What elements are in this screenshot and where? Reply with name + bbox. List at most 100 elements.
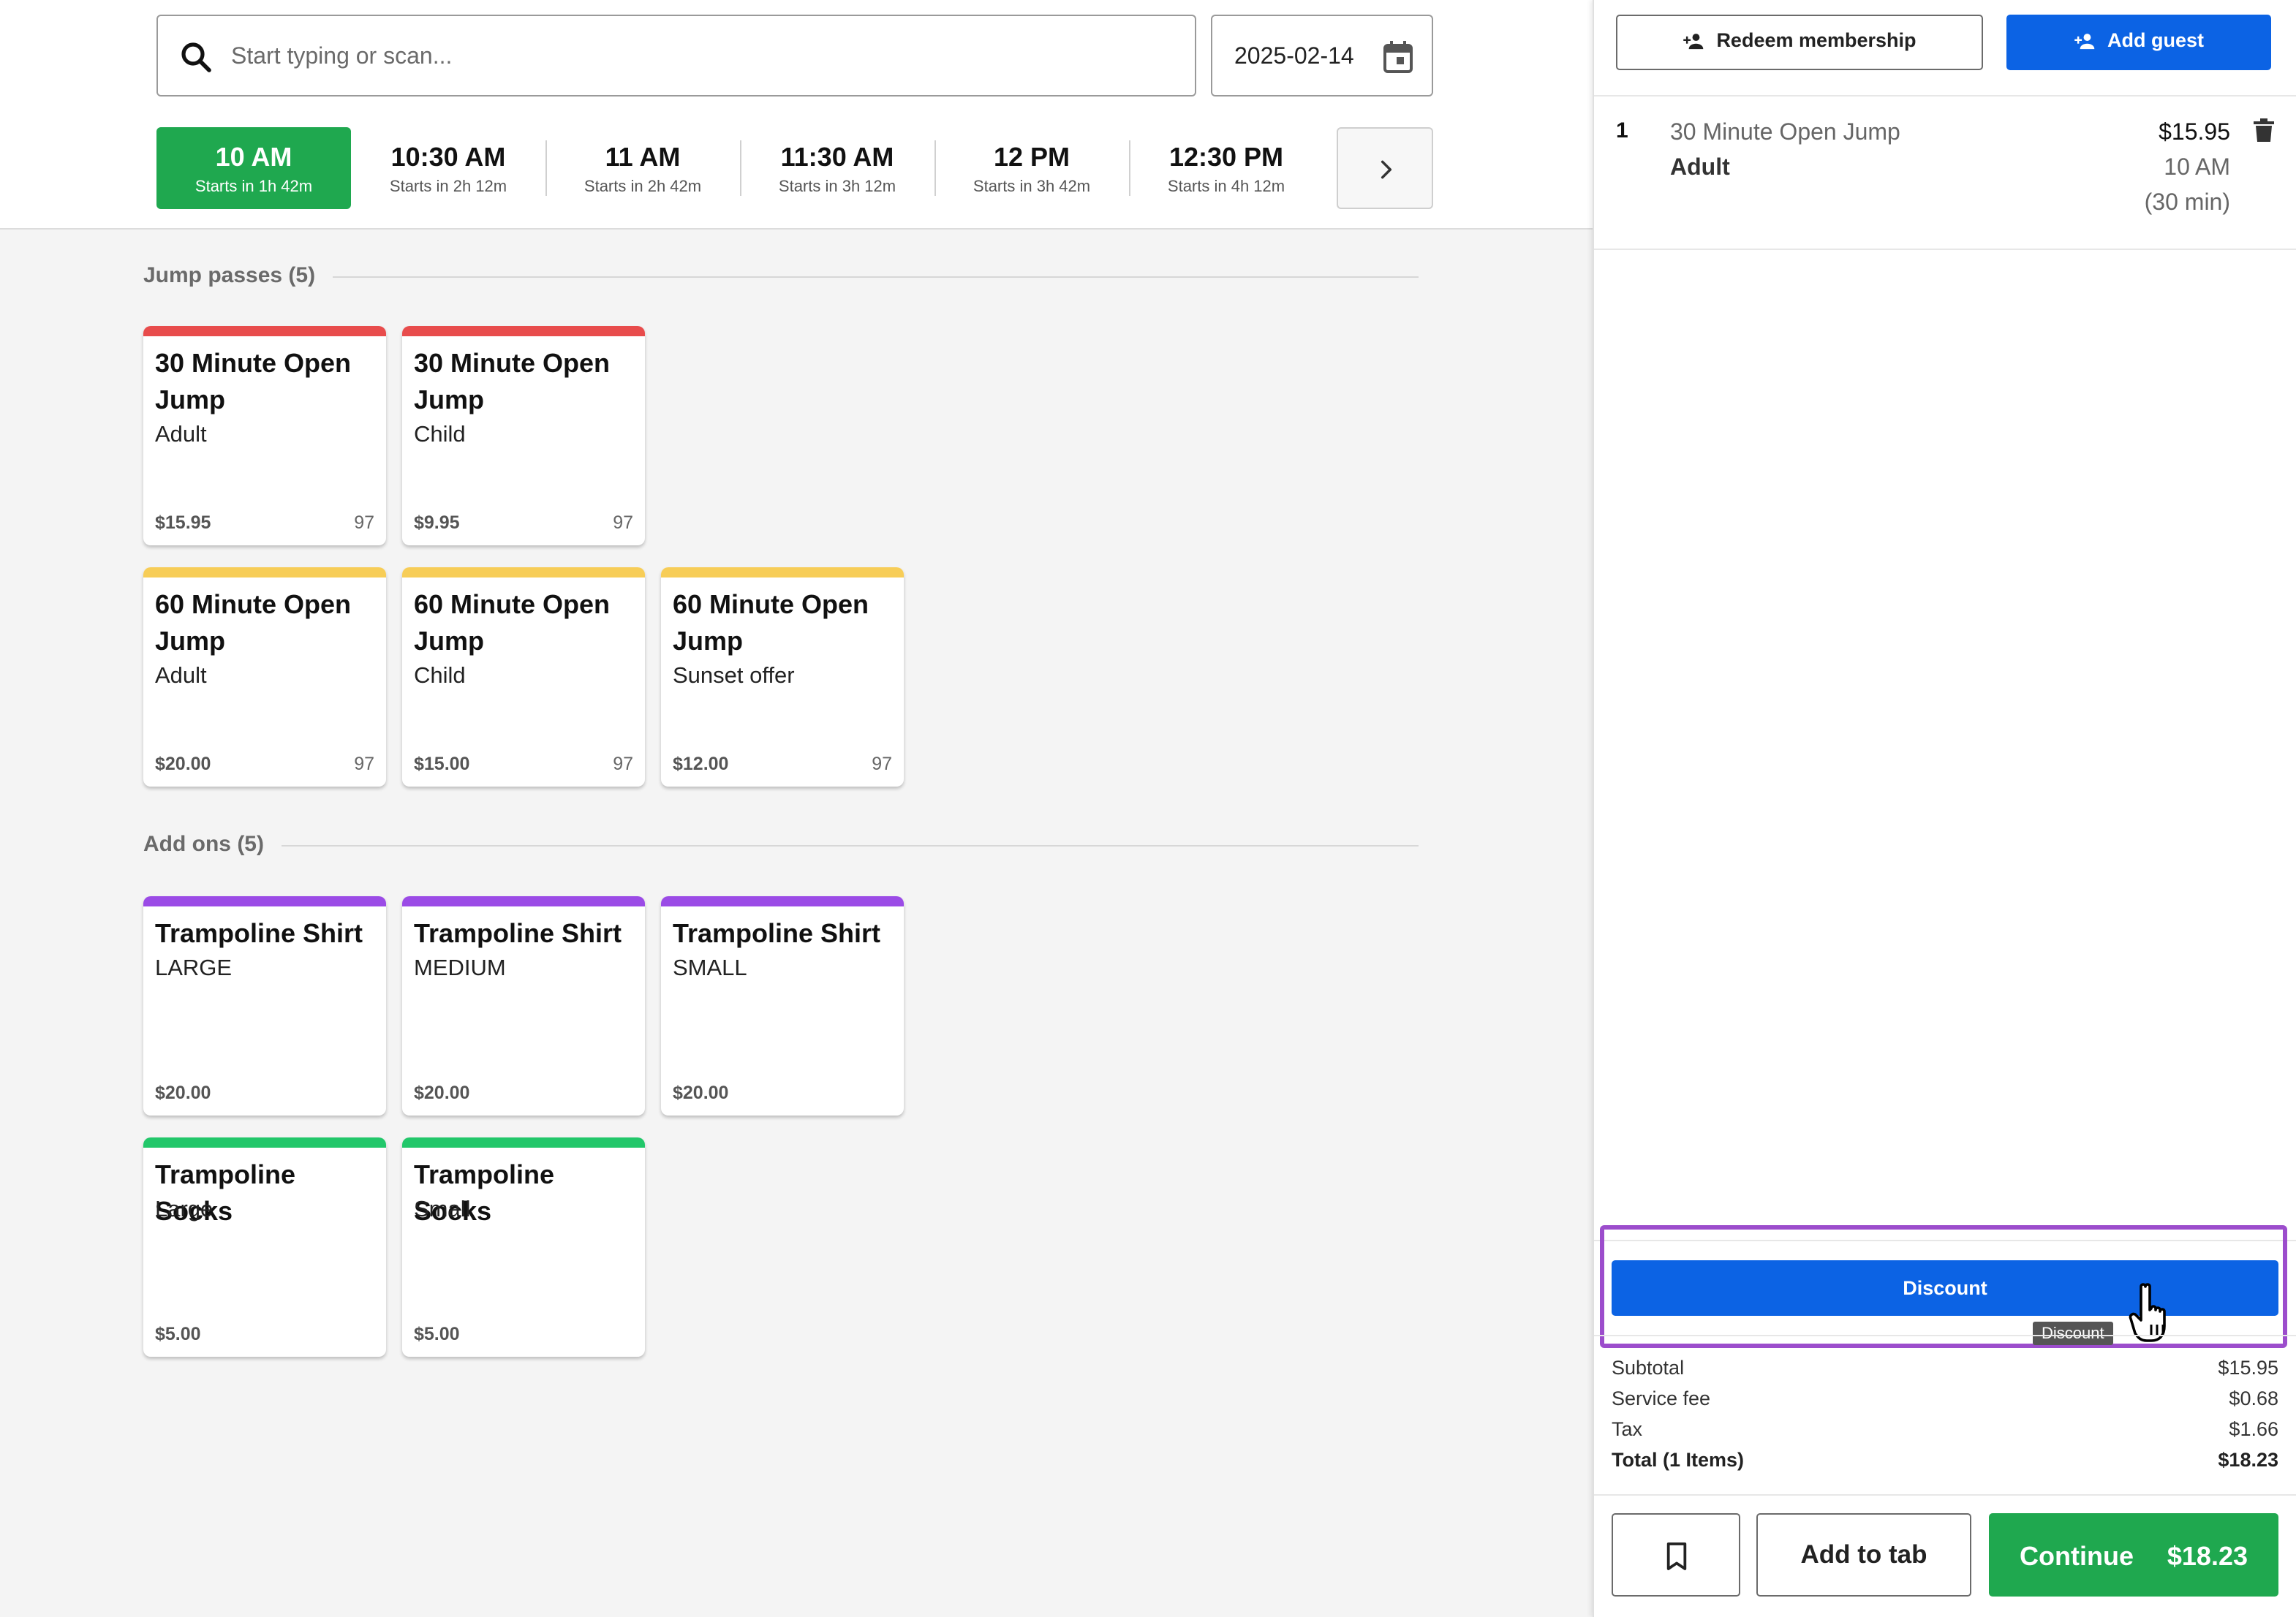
card-variant: Large xyxy=(155,1196,214,1222)
timeslot-countdown: Starts in 1h 42m xyxy=(195,177,313,195)
card-color-bar xyxy=(661,896,904,906)
search-icon xyxy=(181,42,211,72)
card-variant: Adult xyxy=(155,662,207,688)
product-card[interactable]: 60 Minute Open Jump Sunset offer $12.00 … xyxy=(661,567,904,787)
date-picker[interactable]: 2025-02-14 xyxy=(1211,15,1433,96)
card-stock: 97 xyxy=(613,512,633,533)
continue-label: Continue xyxy=(2020,1541,2134,1571)
card-color-bar xyxy=(143,567,386,578)
summary-subtotal: Subtotal $15.95 xyxy=(1612,1357,2278,1386)
timeslot-time: 11 AM xyxy=(605,142,681,172)
timeslot-time: 10:30 AM xyxy=(390,142,506,172)
card-variant: LARGE xyxy=(155,955,233,980)
summary-value: $0.68 xyxy=(2229,1387,2278,1409)
next-timeslots-button[interactable] xyxy=(1337,127,1433,209)
card-variant: Child xyxy=(414,662,466,688)
card-title: Trampoline Shirt xyxy=(673,918,881,948)
cart-divider xyxy=(1594,1335,2296,1336)
timeslot-time: 11:30 AM xyxy=(780,142,894,172)
search-box[interactable] xyxy=(156,15,1196,96)
timeslot-countdown: Starts in 2h 42m xyxy=(584,177,702,195)
search-input[interactable] xyxy=(231,18,1182,94)
card-color-bar xyxy=(402,326,645,336)
redeem-membership-button[interactable]: Redeem membership xyxy=(1616,15,1983,70)
card-variant: Sunset offer xyxy=(673,662,795,688)
product-card[interactable]: 30 Minute Open Jump Child $9.95 97 xyxy=(402,326,645,545)
card-variant: Adult xyxy=(155,421,207,447)
timeslot-countdown: Starts in 2h 12m xyxy=(389,177,507,195)
product-card[interactable]: Trampoline Shirt SMALL $20.00 xyxy=(661,896,904,1116)
card-variant: SMALL xyxy=(673,955,747,980)
card-stock: 97 xyxy=(354,754,374,774)
timeslot-12pm[interactable]: 12 PM Starts in 3h 42m xyxy=(934,127,1129,209)
section-add-ons: Add ons (5) xyxy=(143,830,1419,860)
timeslot-countdown: Starts in 3h 42m xyxy=(973,177,1091,195)
product-card[interactable]: Trampoline Shirt LARGE $20.00 xyxy=(143,896,386,1116)
product-card[interactable]: 60 Minute Open Jump Child $15.00 97 xyxy=(402,567,645,787)
card-stock: 97 xyxy=(872,754,892,774)
card-price: $15.95 xyxy=(155,512,211,533)
hand-cursor-icon xyxy=(2129,1283,2166,1342)
continue-button[interactable]: Continue $18.23 xyxy=(1989,1513,2278,1597)
cart-divider xyxy=(1594,249,2296,250)
summary-value: $18.23 xyxy=(2218,1449,2278,1471)
line-item-duration: (30 min) xyxy=(2144,189,2230,215)
timeslot-countdown: Starts in 3h 12m xyxy=(778,177,896,195)
summary-service-fee: Service fee $0.68 xyxy=(1612,1387,2278,1417)
chevron-right-icon xyxy=(1381,160,1392,179)
card-price: $20.00 xyxy=(414,1083,470,1103)
line-item-price: $15.95 xyxy=(2159,118,2230,145)
card-price: $20.00 xyxy=(155,1083,211,1103)
product-card[interactable]: 30 Minute Open Jump Adult $15.95 97 xyxy=(143,326,386,545)
timeslot-1130am[interactable]: 11:30 AM Starts in 3h 12m xyxy=(740,127,934,209)
calendar-icon[interactable] xyxy=(1382,39,1414,75)
line-item-variant: Adult xyxy=(1670,154,1730,180)
add-to-tab-button[interactable]: Add to tab xyxy=(1756,1513,1971,1597)
card-title: 30 Minute Open Jump xyxy=(155,348,352,414)
section-title: Add ons (5) xyxy=(143,832,282,857)
summary-label: Subtotal xyxy=(1612,1357,1685,1379)
timeslot-1030am[interactable]: 10:30 AM Starts in 2h 12m xyxy=(351,127,545,209)
cart-divider xyxy=(1594,1494,2296,1496)
card-variant: MEDIUM xyxy=(414,955,506,980)
card-price: $20.00 xyxy=(673,1083,729,1103)
trash-icon[interactable] xyxy=(2254,118,2274,142)
discount-tooltip: Discount xyxy=(2033,1322,2113,1345)
add-person-icon xyxy=(1683,33,1704,49)
card-title: 60 Minute Open Jump xyxy=(414,589,611,656)
left-header: 2025-02-14 10 AM Starts in 1h 42m 10:30 … xyxy=(0,0,1593,230)
timeslot-10am[interactable]: 10 AM Starts in 1h 42m xyxy=(156,127,351,209)
cart-line-item[interactable]: 1 30 Minute Open Jump Adult $15.95 10 AM… xyxy=(1594,96,2296,249)
product-card[interactable]: Trampoline Socks Small $5.00 xyxy=(402,1137,645,1357)
card-stock: 97 xyxy=(354,512,374,533)
card-color-bar xyxy=(661,567,904,578)
card-title: 60 Minute Open Jump xyxy=(673,589,869,656)
add-guest-button[interactable]: Add guest xyxy=(2006,15,2271,70)
product-card[interactable]: Trampoline Socks Large $5.00 xyxy=(143,1137,386,1357)
timeslot-1230pm[interactable]: 12:30 PM Starts in 4h 12m xyxy=(1129,127,1323,209)
add-person-icon xyxy=(2074,33,2095,49)
summary-value: $1.66 xyxy=(2229,1418,2278,1440)
section-divider xyxy=(143,845,1419,847)
line-item-time: 10 AM xyxy=(2164,154,2230,180)
redeem-membership-label: Redeem membership xyxy=(1716,29,1917,52)
card-color-bar xyxy=(402,896,645,906)
bookmark-icon xyxy=(1666,1542,1687,1570)
add-guest-label: Add guest xyxy=(2107,29,2204,52)
section-title: Jump passes (5) xyxy=(143,263,333,288)
product-card[interactable]: 60 Minute Open Jump Adult $20.00 97 xyxy=(143,567,386,787)
summary-tax: Tax $1.66 xyxy=(1612,1418,2278,1447)
card-title: Trampoline Shirt xyxy=(155,918,363,948)
section-jump-passes: Jump passes (5) xyxy=(143,262,1419,291)
product-card[interactable]: Trampoline Shirt MEDIUM $20.00 xyxy=(402,896,645,1116)
timeslot-11am[interactable]: 11 AM Starts in 2h 42m xyxy=(545,127,740,209)
card-title: 30 Minute Open Jump xyxy=(414,348,611,414)
card-variant: Child xyxy=(414,421,466,447)
card-stock: 97 xyxy=(613,754,633,774)
continue-total: $18.23 xyxy=(2167,1541,2248,1571)
card-variant: Small xyxy=(414,1196,471,1222)
line-quantity: 1 xyxy=(1616,118,1628,143)
card-title: Trampoline Shirt xyxy=(414,918,622,948)
save-cart-button[interactable] xyxy=(1612,1513,1740,1597)
summary-label: Tax xyxy=(1612,1418,1643,1440)
